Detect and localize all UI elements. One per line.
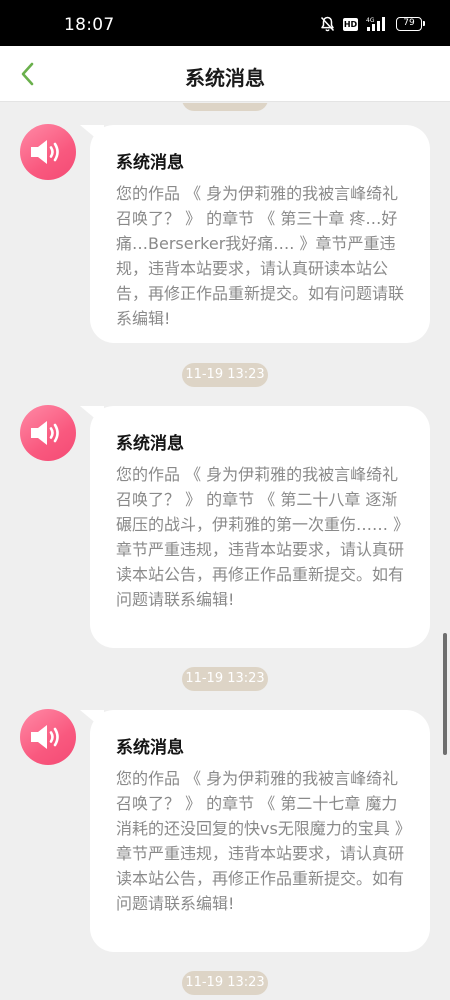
nav-bar: 系统消息 — [0, 46, 450, 102]
system-avatar — [20, 405, 76, 461]
speaker-icon — [31, 421, 59, 445]
message-body: 您的作品 《 身为伊莉雅的我被言峰绮礼召唤了？ 》 的章节 《 第二十七章 魔力… — [116, 769, 411, 913]
system-avatar — [20, 124, 76, 180]
message-bubble[interactable]: 系统消息 您的作品 《 身为伊莉雅的我被言峰绮礼召唤了？ 》 的章节 《 第二十… — [90, 406, 430, 648]
message-title: 系统消息 — [116, 434, 184, 454]
status-bar: 18:07 HD 4G 79 — [0, 0, 450, 46]
page-title: 系统消息 — [185, 66, 265, 90]
status-icons: HD 4G 79 — [320, 15, 425, 33]
svg-text:4G: 4G — [366, 17, 375, 24]
message-bubble[interactable]: 系统消息 您的作品 《 身为伊莉雅的我被言峰绮礼召唤了？ 》 的章节 《 第三十… — [90, 125, 430, 343]
scrollbar[interactable] — [443, 633, 447, 755]
message-title: 系统消息 — [116, 153, 184, 173]
timestamp-pill: 11-19 13:23 — [182, 667, 268, 691]
timestamp-pill — [182, 103, 268, 111]
message-body: 您的作品 《 身为伊莉雅的我被言峰绮礼召唤了？ 》 的章节 《 第二十八章 逐渐… — [116, 465, 410, 609]
signal-4g-icon: 4G — [366, 17, 385, 31]
timestamp-pill: 11-19 13:23 — [182, 971, 268, 995]
message-bubble[interactable]: 系统消息 您的作品 《 身为伊莉雅的我被言峰绮礼召唤了？ 》 的章节 《 第二十… — [90, 710, 430, 952]
message-title: 系统消息 — [116, 738, 184, 758]
status-time: 18:07 — [64, 15, 115, 35]
hd-icon: HD — [343, 17, 358, 31]
battery-icon: 79 — [396, 17, 425, 31]
bell-muted-icon — [320, 16, 335, 32]
message-body: 您的作品 《 身为伊莉雅的我被言峰绮礼召唤了？ 》 的章节 《 第三十章 疼…好… — [116, 184, 405, 328]
system-avatar — [20, 709, 76, 765]
speaker-icon — [31, 140, 59, 164]
message-list[interactable]: 系统消息 您的作品 《 身为伊莉雅的我被言峰绮礼召唤了？ 》 的章节 《 第三十… — [0, 103, 450, 1000]
speaker-icon — [31, 725, 59, 749]
timestamp-pill: 11-19 13:23 — [182, 363, 268, 387]
